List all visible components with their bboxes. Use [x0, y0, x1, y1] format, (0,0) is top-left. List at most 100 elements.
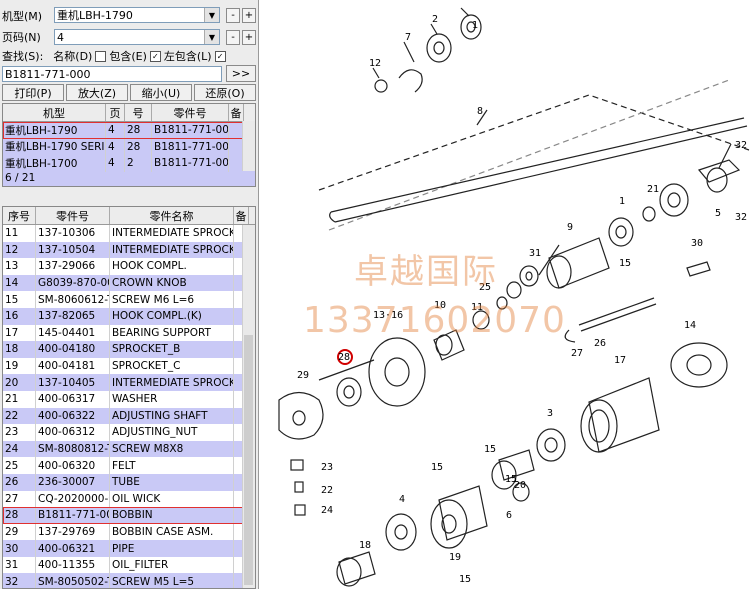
- parts-scrollbar[interactable]: [242, 225, 255, 588]
- part-callout[interactable]: 4: [399, 494, 405, 505]
- part-callout[interactable]: 24: [321, 505, 333, 516]
- part-callout[interactable]: 9: [567, 222, 573, 233]
- left-contains-checkbox[interactable]: ✓: [149, 50, 161, 62]
- table-row[interactable]: 重机LBH-1700 4 2 B1811-771-000: [3, 155, 255, 172]
- part-callout[interactable]: 15: [505, 474, 517, 485]
- table-row[interactable]: 重机LBH-1790 SERI 4 28 B1811-771-000: [3, 138, 255, 156]
- seq-cell: 28: [3, 507, 36, 524]
- table-row[interactable]: 重机LBH-1790 4 28 B1811-771-000: [3, 122, 255, 139]
- table-row[interactable]: 19 400-04181 SPROCKET_C: [3, 357, 255, 375]
- part-callout[interactable]: 5: [715, 208, 721, 219]
- col-part-number[interactable]: 零件号: [36, 207, 110, 224]
- part-name-cell: WASHER: [110, 390, 234, 408]
- part-callout[interactable]: 1: [619, 196, 625, 207]
- part-callout[interactable]: 32: [735, 140, 747, 151]
- col-seq[interactable]: 序号: [3, 207, 36, 224]
- col-model[interactable]: 机型: [3, 104, 106, 121]
- table-row[interactable]: 24SM-8080812-TPSCREW M8X8: [3, 440, 255, 458]
- part-callout[interactable]: 6: [506, 510, 512, 521]
- contains-checkbox[interactable]: [95, 50, 107, 62]
- table-row[interactable]: 31 400-11355 OIL_FILTER: [3, 556, 255, 574]
- table-row[interactable]: 20137-10405INTERMEDIATE SPROCKET: [3, 374, 255, 391]
- table-row[interactable]: 11137-10306INTERMEDIATE SPROCKET: [3, 225, 255, 242]
- part-callout[interactable]: 15: [459, 574, 471, 585]
- part-callout[interactable]: 29: [297, 370, 309, 381]
- table-row[interactable]: 22 400-06322 ADJUSTING SHAFT: [3, 407, 255, 425]
- table-row[interactable]: 25 400-06320 FELT: [3, 457, 255, 474]
- search-go-button[interactable]: >>: [226, 65, 256, 82]
- part-callout[interactable]: 32: [735, 212, 747, 223]
- col-part-name[interactable]: 零件名称: [110, 207, 234, 224]
- part-callout[interactable]: 27: [571, 348, 583, 359]
- col-note[interactable]: 备: [229, 104, 244, 121]
- part-name-cell: BOBBIN CASE ASM.: [110, 523, 234, 541]
- col-number[interactable]: 号: [125, 104, 152, 121]
- print-button[interactable]: 打印(P): [2, 84, 64, 101]
- chevron-down-icon[interactable]: ▼: [204, 8, 219, 22]
- part-callout[interactable]: 30: [691, 238, 703, 249]
- extra-checkbox[interactable]: ✓: [214, 50, 226, 62]
- table-row[interactable]: 29 137-29769 BOBBIN CASE ASM.: [3, 523, 255, 541]
- part-callout[interactable]: 17: [614, 355, 626, 366]
- part-callout[interactable]: 15: [619, 258, 631, 269]
- seq-cell: 11: [3, 225, 36, 242]
- table-row[interactable]: 28B1811-771-000BOBBIN: [3, 507, 255, 524]
- part-callout[interactable]: 8: [477, 106, 483, 117]
- table-row[interactable]: 32SM-8050502-TPSCREW M5 L=5: [3, 573, 255, 588]
- table-row[interactable]: 17 145-04401 BEARING SUPPORT: [3, 324, 255, 342]
- table-row[interactable]: 14G8039-870-000CROWN KNOB: [3, 274, 255, 292]
- part-callout[interactable]: 26: [594, 338, 606, 349]
- part-name-cell: ADJUSTING_NUT: [110, 424, 234, 441]
- table-row[interactable]: 23 400-06312 ADJUSTING_NUT: [3, 424, 255, 441]
- seq-cell: 29: [3, 523, 36, 541]
- part-name-cell: INTERMEDIATE SPROCKET: [110, 225, 234, 242]
- results-scrollbar[interactable]: [242, 121, 255, 171]
- col-remark[interactable]: 备: [234, 207, 249, 224]
- part-callout[interactable]: 3: [547, 408, 553, 419]
- table-row[interactable]: 18 400-04180 SPROCKET_B: [3, 341, 255, 358]
- parts-scroll-thumb[interactable]: [244, 335, 253, 585]
- table-row[interactable]: 16 137-82065 HOOK COMPL.(K): [3, 307, 255, 325]
- restore-button[interactable]: 还原(O): [194, 84, 256, 101]
- model-plus-button[interactable]: +: [242, 8, 256, 23]
- page-select[interactable]: 4 ▼: [54, 29, 220, 45]
- table-row[interactable]: 13 137-29066 HOOK COMPL.: [3, 258, 255, 275]
- table-row[interactable]: 30 400-06321 PIPE: [3, 540, 255, 557]
- part-number-cell: 145-04401: [36, 324, 110, 342]
- watermark-phone: 13371602070: [303, 300, 566, 341]
- model-minus-button[interactable]: -: [226, 8, 240, 23]
- part-callout[interactable]: 15: [484, 444, 496, 455]
- table-row[interactable]: 12137-10504INTERMEDIATE SPROCKET: [3, 241, 255, 259]
- zoom-in-button[interactable]: 放大(Z): [66, 84, 128, 101]
- zoom-out-button[interactable]: 缩小(U): [130, 84, 192, 101]
- page-value: 4: [57, 30, 64, 44]
- part-callout[interactable]: 1: [472, 20, 478, 31]
- col-part-no[interactable]: 零件号: [152, 104, 229, 121]
- part-callout[interactable]: 14: [684, 320, 696, 331]
- part-callout[interactable]: 23: [321, 462, 333, 473]
- page-minus-button[interactable]: -: [226, 30, 240, 45]
- part-callout[interactable]: 18: [359, 540, 371, 551]
- part-callout[interactable]: 31: [529, 248, 541, 259]
- part-callout[interactable]: 22: [321, 485, 333, 496]
- part-callout[interactable]: 19: [449, 552, 461, 563]
- table-row[interactable]: 27CQ-2020000-00OIL WICK: [3, 490, 255, 508]
- page-plus-button[interactable]: +: [242, 30, 256, 45]
- part-callout[interactable]: 28: [338, 352, 350, 363]
- part-callout[interactable]: 2: [432, 14, 438, 25]
- model-select[interactable]: 重机LBH-1790 ▼: [54, 7, 220, 23]
- col-page[interactable]: 页: [106, 104, 125, 121]
- table-row[interactable]: 15SM-8060612-TPSCREW M6 L=6: [3, 291, 255, 308]
- search-input[interactable]: B1811-771-000: [2, 66, 222, 82]
- part-callout[interactable]: 15: [431, 462, 443, 473]
- part-name-cell: SCREW M5 L=5: [110, 573, 234, 588]
- part-callout[interactable]: 21: [647, 184, 659, 195]
- table-row[interactable]: 26 236-30007 TUBE: [3, 473, 255, 491]
- part-name-cell: SPROCKET_C: [110, 357, 234, 375]
- part-callout[interactable]: 12: [369, 58, 381, 69]
- part-callout[interactable]: 7: [405, 32, 411, 43]
- part-name-cell: SCREW M6 L=6: [110, 291, 234, 308]
- table-row[interactable]: 21 400-06317 WASHER: [3, 390, 255, 408]
- chevron-down-icon[interactable]: ▼: [204, 30, 219, 44]
- part-name-cell: OIL WICK: [110, 490, 234, 508]
